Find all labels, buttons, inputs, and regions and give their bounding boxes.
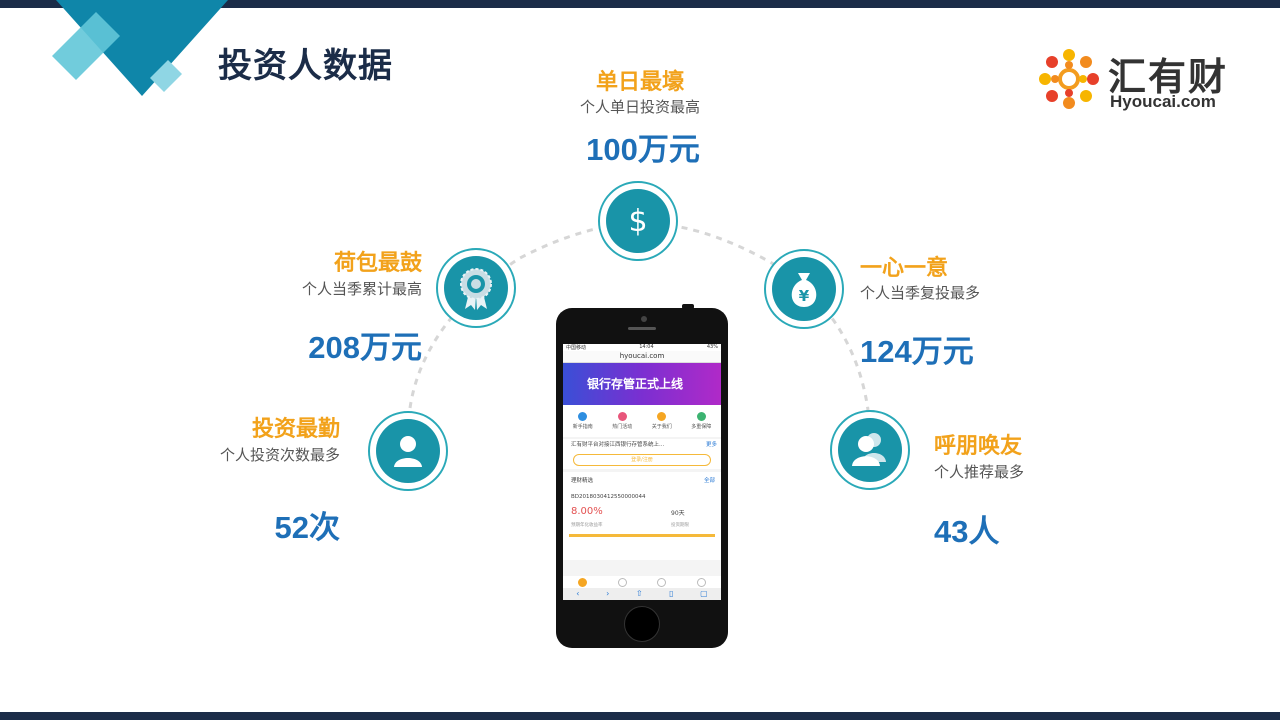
bookmarks-icon[interactable]: ▯ <box>669 588 673 600</box>
notice-text: 汇有财平台对接江西银行存管系统上... <box>571 442 665 448</box>
product-progress-bar <box>569 534 715 537</box>
person-badge <box>368 411 448 491</box>
back-icon[interactable]: ‹ <box>576 588 579 600</box>
notice-more-link[interactable]: 更多 <box>706 439 717 451</box>
phone-login-row: 登录/注册 <box>563 451 721 469</box>
product-header-label: 理财精选 <box>571 478 594 484</box>
stat-top-title: 单日最壕 <box>595 70 684 95</box>
phone-power-button <box>682 304 694 309</box>
award-badge-icon <box>444 256 508 320</box>
stat-top-subtitle: 个人单日投资最高 <box>579 98 700 116</box>
product-more-link[interactable]: 全部 <box>704 476 715 484</box>
product-days-label: 投资期限 <box>671 523 689 528</box>
login-button[interactable]: 登录/注册 <box>573 454 711 466</box>
phone-notice[interactable]: 汇有财平台对接江西银行存管系统上... 更多 <box>563 439 721 451</box>
stat-left-upper-subtitle: 个人当季累计最高 <box>301 280 422 298</box>
forward-icon[interactable]: › <box>606 588 609 600</box>
product-header: 理财精选 <box>571 476 593 484</box>
stat-right-lower-value: 43人 <box>934 514 1000 549</box>
yen-bag-badge: ¥ <box>764 249 844 329</box>
stat-left-upper-value: 208万元 <box>308 330 422 365</box>
stat-left-lower-value: 52次 <box>274 510 340 545</box>
phone-speaker <box>628 327 656 330</box>
svg-text:$: $ <box>628 204 647 239</box>
phone-camera <box>641 316 647 322</box>
product-code: BD2018030412550000044 <box>571 494 646 500</box>
quick-link-guide[interactable]: 新手指南 <box>573 412 593 430</box>
dollar-icon: $ <box>606 189 670 253</box>
status-battery: 43% <box>706 344 718 350</box>
quick-link-label: 关于我们 <box>651 424 672 430</box>
phone-screen: 中国移动 14:04 43% hyoucai.com 银行存管正式上线 新手指南… <box>563 344 721 600</box>
quick-link-about[interactable]: 关于我们 <box>652 412 672 430</box>
stat-right-upper-value: 124万元 <box>860 334 974 369</box>
tab-account-icon[interactable] <box>696 578 706 587</box>
phone-tab-bar <box>563 576 721 588</box>
phone-banner[interactable]: 银行存管正式上线 <box>563 363 721 405</box>
phone-product-card[interactable]: 理财精选 全部 BD2018030412550000044 8.00% 预期年化… <box>563 472 721 560</box>
stat-right-upper-title: 一心一意 <box>860 256 949 281</box>
tab-home-icon[interactable] <box>578 578 588 587</box>
product-days: 90天 <box>671 510 685 517</box>
tab-discover-icon[interactable] <box>657 578 667 587</box>
stat-top-value: 100万元 <box>586 132 700 167</box>
quick-link-events[interactable]: 热门活动 <box>612 412 632 430</box>
status-time: 14:04 <box>639 344 654 350</box>
tabs-icon[interactable]: ▢ <box>700 588 708 600</box>
svg-text:¥: ¥ <box>799 287 810 305</box>
phone-home-button <box>624 606 660 642</box>
person-icon <box>376 419 440 483</box>
group-badge <box>830 410 910 490</box>
stat-right-lower-title: 呼朋唤友 <box>934 434 1023 459</box>
stat-left-upper-title: 荷包最鼓 <box>333 251 422 276</box>
stat-right-upper-subtitle: 个人当季复投最多 <box>860 284 981 302</box>
status-carrier: 中国移动 <box>566 345 587 351</box>
dollar-badge: $ <box>598 181 678 261</box>
quick-link-security[interactable]: 多重保障 <box>691 412 711 430</box>
group-icon <box>838 418 902 482</box>
phone-status-bar: 中国移动 14:04 43% <box>563 344 721 351</box>
share-icon[interactable]: ⇧ <box>636 588 643 600</box>
phone-mockup: 中国移动 14:04 43% hyoucai.com 银行存管正式上线 新手指南… <box>556 304 728 648</box>
stat-right-lower-subtitle: 个人推荐最多 <box>934 463 1025 481</box>
banner-text: 银行存管正式上线 <box>587 377 684 391</box>
yen-bag-icon: ¥ <box>772 257 836 321</box>
product-rate: 8.00% <box>571 506 603 517</box>
quick-link-label: 新手指南 <box>572 424 593 430</box>
phone-url-bar[interactable]: hyoucai.com <box>563 351 721 363</box>
award-badge <box>436 248 516 328</box>
product-rate-label: 预期年化收益率 <box>571 523 603 528</box>
tab-invest-icon[interactable] <box>617 578 627 587</box>
quick-link-label: 多重保障 <box>691 424 712 430</box>
stat-left-lower-title: 投资最勤 <box>251 417 340 442</box>
quick-link-label: 热门活动 <box>612 424 633 430</box>
phone-quick-links: 新手指南 热门活动 关于我们 多重保障 <box>563 405 721 437</box>
phone-browser-toolbar: ‹ › ⇧ ▯ ▢ <box>563 588 721 600</box>
stat-left-lower-subtitle: 个人投资次数最多 <box>219 446 340 464</box>
